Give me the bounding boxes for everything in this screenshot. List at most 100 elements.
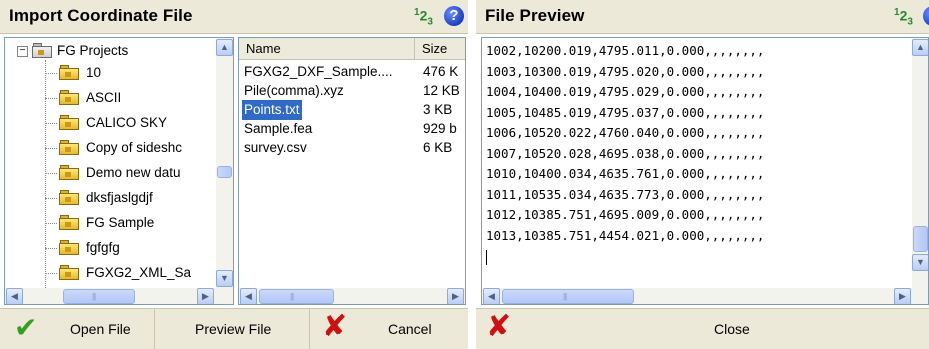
file-row[interactable]: survey.csv 6 KB <box>239 138 465 158</box>
file-row[interactable]: Points.txt 3 KB <box>239 100 465 120</box>
tree-connector <box>45 148 57 149</box>
file-preview-dialog: File Preview 123 ? 1002,10200.019,4795.0… <box>476 0 929 349</box>
preview-line: 1011,10535.034,4635.773,0.000,,,,,,,, <box>486 186 765 202</box>
preview-line: 1005,10485.019,4795.037,0.000,,,,,,,, <box>486 104 765 120</box>
scrollbar-thumb[interactable]: ||| <box>502 289 634 304</box>
tree-item-label: 10 <box>86 65 102 80</box>
scrollbar-thumb[interactable]: ||| <box>63 289 135 304</box>
cancel-x-icon: ✘ <box>322 309 348 344</box>
preview-line: 1007,10520.028,4695.038,0.000,,,,,,,, <box>486 145 765 161</box>
scrollbar-thumb[interactable]: ||| <box>259 289 334 304</box>
tree-item-folder[interactable]: Demo new datu <box>5 162 215 184</box>
preview-line: 1010,10400.034,4635.761,0.000,,,,,,,, <box>486 166 765 181</box>
preview-line: 1004,10400.019,4795.029,0.000,,,,,,,, <box>486 84 765 99</box>
folder-tree[interactable]: − FG Projects 10 ASCII CALICO SKY Copy of s… <box>4 37 234 305</box>
scroll-down-icon[interactable]: ▼ <box>912 254 928 271</box>
folder-open-icon <box>32 43 52 58</box>
tree-item-folder[interactable]: FGXG2_XML_Sa <box>5 262 215 284</box>
preview-line: 1003,10300.019,4795.020,0.000,,,,,,,, <box>486 63 765 79</box>
file-row[interactable]: FGXG2_DXF_Sample.... 476 K <box>239 62 465 82</box>
close-label: Close <box>714 321 750 337</box>
tree-item-label: Demo new datu <box>86 165 181 180</box>
tree-item-label: FGXG2_XML_Sa <box>86 265 192 280</box>
tree-connector <box>45 198 57 199</box>
close-x-icon: ✘ <box>486 309 512 344</box>
scroll-left-icon[interactable]: ◀ <box>240 288 257 304</box>
folder-icon <box>59 90 79 105</box>
file-list-horizontal-scrollbar[interactable]: ◀ ||| ▶ <box>239 288 465 304</box>
title-bar: Import Coordinate File 123 ? <box>0 0 468 34</box>
tree-connector <box>45 173 57 174</box>
help-icon[interactable]: ? <box>923 6 929 26</box>
tree-item-label: FG Sample <box>86 215 155 230</box>
tree-root-fg-projects[interactable]: − FG Projects <box>5 40 215 62</box>
tree-connector <box>45 223 57 224</box>
scroll-up-icon[interactable]: ▲ <box>216 39 233 56</box>
dialog-title: Import Coordinate File <box>9 6 193 25</box>
tree-connector <box>45 123 57 124</box>
file-row[interactable]: Pile(comma).xyz 12 KB <box>239 81 465 101</box>
folder-icon <box>59 240 79 255</box>
button-bar: ✘ Close <box>476 308 929 349</box>
preview-file-button[interactable]: Preview File <box>155 309 310 349</box>
tree-connector <box>45 73 57 74</box>
tree-item-folder[interactable]: dksfjaslgdjf <box>5 187 215 209</box>
open-file-label: Open File <box>70 321 131 337</box>
dialog-title: File Preview <box>485 6 585 25</box>
column-header-size[interactable]: Size <box>415 38 465 60</box>
preview-vertical-scrollbar[interactable]: ▲ ▼ <box>912 38 928 288</box>
file-list-header: Name Size <box>239 38 465 60</box>
tree-item-folder[interactable]: ASCII <box>5 87 215 109</box>
scroll-left-icon[interactable]: ◀ <box>6 288 23 304</box>
folder-icon <box>59 140 79 155</box>
file-size: 476 K <box>423 64 459 79</box>
cancel-label: Cancel <box>388 321 432 337</box>
collapse-icon[interactable]: − <box>17 46 28 57</box>
open-file-button[interactable]: ✔ Open File <box>0 309 155 349</box>
file-name: survey.csv <box>244 140 307 155</box>
tree-item-folder[interactable]: Copy of sideshc <box>5 137 215 159</box>
file-list[interactable]: Name Size FGXG2_DXF_Sample.... 476 K Pile(… <box>238 37 466 305</box>
tree-item-label: CALICO SKY <box>86 115 168 130</box>
scroll-right-icon[interactable]: ▶ <box>894 288 911 304</box>
cancel-button[interactable]: ✘ Cancel <box>310 309 468 349</box>
scroll-down-icon[interactable]: ▼ <box>216 270 233 287</box>
column-header-name[interactable]: Name <box>239 38 415 60</box>
tree-item-folder[interactable]: CALICO SKY <box>5 112 215 134</box>
file-size: 3 KB <box>423 102 453 117</box>
scrollbar-thumb[interactable] <box>217 166 232 178</box>
close-button[interactable]: ✘ Close <box>476 309 929 349</box>
scroll-right-icon[interactable]: ▶ <box>447 288 464 304</box>
folder-icon <box>59 265 79 280</box>
units-indicator[interactable]: 123 <box>414 7 433 27</box>
tree-connector <box>45 248 57 249</box>
file-preview-text[interactable]: 1002,10200.019,4795.011,0.000,,,,,,,, 100… <box>481 37 929 305</box>
folder-icon <box>59 65 79 80</box>
preview-line: 1002,10200.019,4795.011,0.000,,,,,,,, <box>486 43 765 58</box>
help-icon[interactable]: ? <box>444 6 464 26</box>
tree-item-folder[interactable]: fgfgfg <box>5 237 215 259</box>
folder-icon <box>59 165 79 180</box>
file-size: 12 KB <box>423 83 460 98</box>
tree-item-folder[interactable]: FG Sample <box>5 212 215 234</box>
scroll-left-icon[interactable]: ◀ <box>483 288 500 304</box>
scrollbar-thumb[interactable] <box>913 226 928 252</box>
scroll-right-icon[interactable]: ▶ <box>197 288 214 304</box>
preview-horizontal-scrollbar[interactable]: ◀ ||| ▶ <box>482 288 928 304</box>
file-name: Points.txt <box>242 100 302 120</box>
checkmark-icon: ✔ <box>14 312 38 343</box>
tree-item-label: dksfjaslgdjf <box>86 190 153 205</box>
tree-vertical-scrollbar[interactable]: ▲ ▼ <box>216 38 233 288</box>
tree-connector <box>45 273 57 274</box>
file-row[interactable]: Sample.fea 929 b <box>239 119 465 139</box>
scroll-up-icon[interactable]: ▲ <box>912 39 928 56</box>
tree-item-label: fgfgfg <box>86 240 120 255</box>
folder-icon <box>59 115 79 130</box>
tree-item-folder[interactable]: 10 <box>5 62 215 84</box>
title-bar: File Preview 123 ? <box>476 0 929 34</box>
units-indicator[interactable]: 123 <box>894 7 913 27</box>
tree-horizontal-scrollbar[interactable]: ◀ ||| ▶ <box>5 288 233 304</box>
file-size: 6 KB <box>423 140 453 155</box>
import-coordinate-file-dialog: Import Coordinate File 123 ? − FG Projec… <box>0 0 468 349</box>
file-name: FGXG2_DXF_Sample.... <box>244 64 393 79</box>
